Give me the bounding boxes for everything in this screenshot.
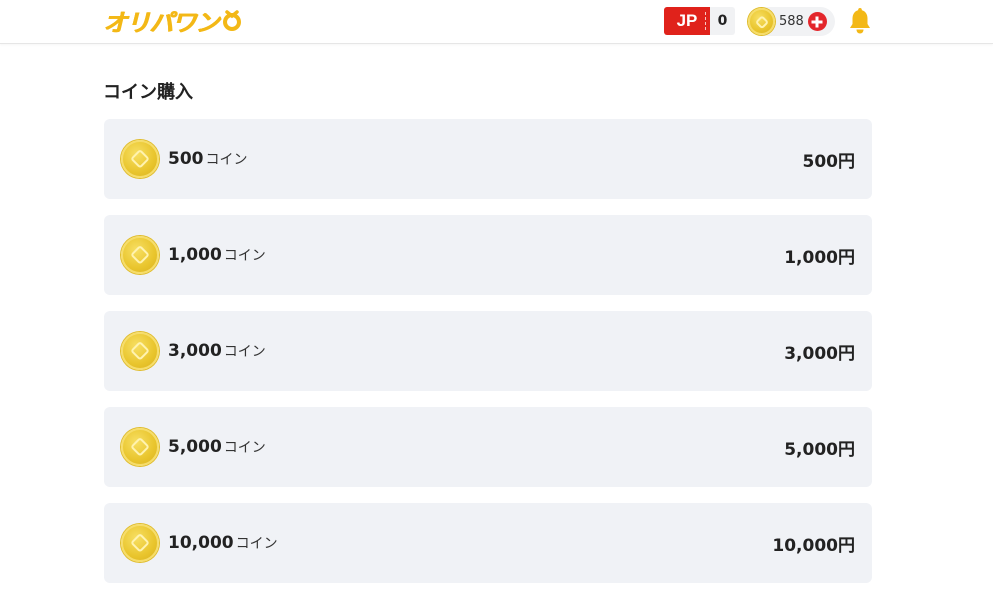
jp-count: 0 <box>717 13 728 29</box>
plan-price: 10,000円 <box>772 535 855 556</box>
coin-plan-item[interactable]: 500 コイン 500円 <box>104 119 872 199</box>
coin-plan-item[interactable]: 5,000 コイン 5,000円 <box>104 407 872 487</box>
plan-price: 5,000円 <box>784 439 855 460</box>
plan-unit: コイン <box>223 440 266 456</box>
coin-plan-item[interactable]: 10,000 コイン 10,000円 <box>104 503 872 583</box>
plan-amount: 3,000 コイン <box>168 341 266 361</box>
jp-label: JP <box>664 7 710 35</box>
bell-icon[interactable] <box>847 7 873 35</box>
plan-unit: コイン <box>223 344 266 360</box>
coin-icon <box>121 332 159 370</box>
plan-price: 500円 <box>802 151 856 172</box>
add-coins-icon[interactable] <box>807 12 827 31</box>
coin-icon <box>121 524 159 562</box>
plan-price: 3,000円 <box>784 343 855 364</box>
plan-amount: 500 コイン <box>168 149 248 169</box>
logo-text: オリパワン <box>103 8 219 37</box>
plan-unit: コイン <box>223 248 266 264</box>
logo-mark-icon <box>223 10 241 31</box>
plan-unit: コイン <box>235 536 278 552</box>
top-header: オリパワン JP 0 588 <box>0 0 993 44</box>
coin-icon <box>121 236 159 274</box>
coin-balance-value: 588 <box>779 14 804 29</box>
coin-plan-item[interactable]: 1,000 コイン 1,000円 <box>104 215 872 295</box>
page-title: コイン購入 <box>103 82 193 103</box>
jp-points-badge[interactable]: JP 0 <box>664 7 735 35</box>
plan-price: 1,000円 <box>784 247 855 268</box>
coin-icon <box>121 140 159 178</box>
plan-amount: 5,000 コイン <box>168 437 266 457</box>
plan-amount: 10,000 コイン <box>168 533 278 553</box>
plan-unit: コイン <box>205 152 248 168</box>
plan-amount: 1,000 コイン <box>168 245 266 265</box>
site-logo[interactable]: オリパワン <box>103 5 243 37</box>
coin-plan-list: 500 コイン 500円 1,000 コイン 1,000円 3,000 コイン 3,0… <box>104 119 872 599</box>
coin-icon <box>121 428 159 466</box>
coin-icon <box>748 8 775 35</box>
coin-plan-item[interactable]: 3,000 コイン 3,000円 <box>104 311 872 391</box>
coin-balance[interactable]: 588 <box>747 7 835 36</box>
